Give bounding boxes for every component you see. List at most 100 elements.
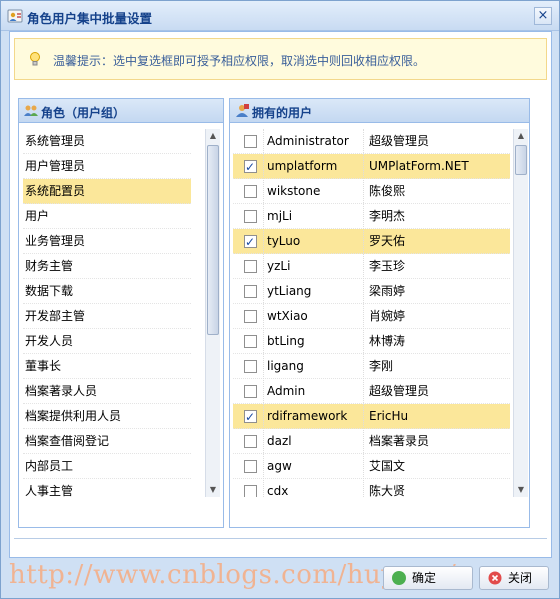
user-checkbox[interactable] [244,185,257,198]
role-item[interactable]: 董事长 [23,354,191,379]
realname-cell: 陈大贤 [369,484,406,497]
ok-button-label: 确定 [412,571,437,585]
user-checkbox[interactable] [244,335,257,348]
username-cell: tyLuo [267,234,301,248]
user-row[interactable]: rdiframework EricHu [233,404,510,430]
username-cell: dazl [267,434,292,448]
tip-banner: 温馨提示：选中复选框即可授予相应权限，取消选中则回收相应权限。 [14,38,547,80]
username-cell: btLing [267,334,305,348]
realname-cell: 罗天佑 [369,234,406,248]
user-row[interactable]: cdx 陈大贤 [233,479,510,497]
user-row[interactable]: yzLi 李玉珍 [233,254,510,279]
user-checkbox[interactable] [244,360,257,373]
role-item[interactable]: 数据下载 [23,279,191,304]
user-checkbox[interactable] [244,485,257,497]
username-cell: mjLi [267,209,293,223]
user-checkbox[interactable] [244,230,257,255]
role-item[interactable]: 业务管理员 [23,229,191,254]
role-item[interactable]: 档案著录人员 [23,379,191,404]
role-item[interactable]: 系统管理员 [23,129,191,154]
role-item[interactable]: 用户管理员 [23,154,191,179]
window-close-button[interactable]: × [534,7,552,25]
user-row[interactable]: wtXiao 肖婉婷 [233,304,510,329]
user-checkbox[interactable] [244,135,257,148]
realname-cell: 档案著录员 [369,434,430,448]
scroll-down-icon[interactable]: ▼ [206,483,220,497]
user-checkbox[interactable] [244,435,257,448]
user-row[interactable]: mjLi 李明杰 [233,204,510,229]
dialog-body: 温馨提示：选中复选框即可授予相应权限，取消选中则回收相应权限。 角色（用户组） … [9,31,552,558]
lightbulb-icon [30,52,40,66]
user-list: Administrator 超级管理员 umplatform UMPlatForm.N… [233,129,510,497]
scroll-up-icon[interactable]: ▲ [206,129,220,143]
realname-cell: UMPlatForm.NET [369,159,469,173]
user-checkbox[interactable] [244,460,257,473]
user-icon [236,104,249,117]
realname-cell: 李玉珍 [369,259,406,273]
user-checkbox[interactable] [244,155,257,180]
ok-button[interactable]: 确定 [383,566,473,590]
username-cell: cdx [267,484,289,497]
user-checkbox[interactable] [244,260,257,273]
dialog-title: 角色用户集中批量设置 [27,11,153,26]
user-row[interactable]: btLing 林博涛 [233,329,510,354]
username-cell: yzLi [267,259,291,273]
user-row[interactable]: Administrator 超级管理员 [233,129,510,154]
roles-panel-header: 角色（用户组） [19,99,223,123]
user-checkbox[interactable] [244,310,257,323]
user-row[interactable]: ligang 李刚 [233,354,510,379]
role-item[interactable]: 财务主管 [23,254,191,279]
column-divider [363,129,364,497]
username-cell: wtXiao [267,309,308,323]
users-scrollbar[interactable]: ▲ ▼ [513,129,528,497]
roles-panel-title: 角色（用户组） [41,106,126,120]
username-cell: Admin [267,384,306,398]
user-row[interactable]: agw 艾国文 [233,454,510,479]
user-checkbox[interactable] [244,285,257,298]
scroll-down-icon[interactable]: ▼ [514,483,528,497]
scroll-up-icon[interactable]: ▲ [514,129,528,143]
username-cell: rdiframework [267,409,348,423]
role-item[interactable]: 档案提供利用人员 [23,404,191,429]
realname-cell: EricHu [369,409,409,423]
users-scroll-thumb[interactable] [515,145,527,175]
user-row[interactable]: dazl 档案著录员 [233,429,510,454]
role-item[interactable]: 档案查借阅登记 [23,429,191,454]
roles-scrollbar[interactable]: ▲ ▼ [205,129,220,497]
role-item[interactable]: 开发部主管 [23,304,191,329]
user-checkbox[interactable] [244,405,257,430]
realname-cell: 超级管理员 [369,134,430,148]
users-settings-icon [7,9,23,23]
tip-text: 温馨提示：选中复选框即可授予相应权限，取消选中则回收相应权限。 [53,54,426,68]
user-row[interactable]: tyLuo 罗天佑 [233,229,510,255]
role-item[interactable]: 人事主管 [23,479,191,497]
column-divider [263,129,264,497]
role-item[interactable]: 用户 [23,204,191,229]
user-checkbox[interactable] [244,385,257,398]
roles-scroll-thumb[interactable] [207,145,219,335]
role-list: 系统管理员 用户管理员 系统配置员 用户 业务管理员 财务主管 数据下载 开发部主管 开发人员董… [23,129,191,497]
user-row[interactable]: Admin 超级管理员 [233,379,510,404]
user-group-icon [24,105,38,116]
realname-cell: 李刚 [369,359,394,373]
user-row[interactable]: ytLiang 梁雨婷 [233,279,510,304]
role-item[interactable]: 开发人员 [23,329,191,354]
realname-cell: 林博涛 [369,334,406,348]
user-row[interactable]: wikstone 陈俊熙 [233,179,510,204]
realname-cell: 超级管理员 [369,384,430,398]
username-cell: Administrator [267,134,349,148]
username-cell: ligang [267,359,304,373]
title-bar[interactable]: 角色用户集中批量设置 × [1,1,559,31]
username-cell: agw [267,459,292,473]
close-button[interactable]: 关闭 [479,566,549,590]
close-circle-icon [488,571,502,585]
role-item[interactable]: 内部员工 [23,454,191,479]
user-row[interactable]: umplatform UMPlatForm.NET [233,154,510,180]
user-checkbox[interactable] [244,210,257,223]
roles-panel: 角色（用户组） 系统管理员 用户管理员 系统配置员 用户 业务管理员 财务主管 数据下载 开发… [18,98,224,528]
users-panel-title: 拥有的用户 [252,106,313,120]
close-button-label: 关闭 [508,571,533,585]
users-panel: 拥有的用户 Administrator 超级管理员 umplatform UMPlat… [229,98,530,528]
role-item[interactable]: 系统配置员 [23,179,191,204]
users-panel-header: 拥有的用户 [230,99,529,123]
